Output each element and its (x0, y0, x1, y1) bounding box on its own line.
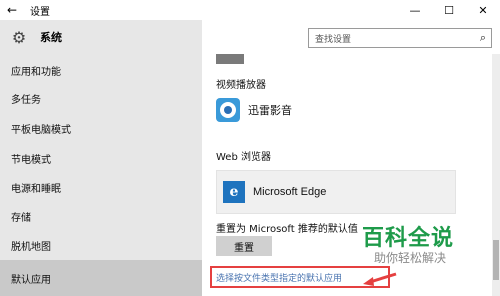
window-title: 设置 (30, 6, 50, 18)
sidebar-item-label: 脱机地图 (11, 241, 51, 253)
annotation-arrow-icon (363, 272, 397, 286)
sidebar-item-power-sleep[interactable]: 电源和睡眠 (0, 173, 202, 201)
watermark-title: 百科全说 (362, 226, 455, 251)
scroll-thumb[interactable] (493, 240, 499, 280)
sidebar-item-apps-features[interactable]: 应用和功能 (0, 56, 202, 84)
sidebar-item-battery-saver[interactable]: 节电模式 (0, 144, 202, 172)
watermark-subtitle: 助你轻松解决 (374, 251, 447, 265)
sidebar-item-label: 多任务 (11, 94, 41, 106)
sidebar-item-label: 存储 (11, 212, 31, 224)
sidebar-item-label: 电源和睡眠 (11, 183, 61, 195)
search-input[interactable]: 查找设置 ⌕ (308, 28, 492, 48)
sidebar-item-offline-maps[interactable]: 脱机地图 (0, 231, 202, 259)
sidebar-item-label: 默认应用 (11, 274, 51, 286)
web-browser-app[interactable]: e Microsoft Edge (216, 170, 456, 214)
maximize-button[interactable]: ☐ (432, 0, 466, 20)
edge-icon: e (223, 181, 245, 203)
close-button[interactable]: ✕ (466, 0, 500, 20)
sidebar-header: ⚙ 系统 (0, 20, 202, 54)
minimize-button[interactable]: — (398, 0, 432, 20)
sidebar-item-tablet-mode[interactable]: 平板电脑模式 (0, 114, 202, 142)
web-browser-label: Web 浏览器 (216, 152, 271, 163)
window-controls: — ☐ ✕ (398, 0, 500, 20)
title-bar: ← 设置 — ☐ ✕ (0, 0, 500, 20)
main-content: 查找设置 ⌕ 视频播放器 迅雷影音 Web 浏览器 e Microsoft Ed… (202, 20, 500, 296)
sidebar-item-default-apps[interactable]: 默认应用 (0, 260, 202, 296)
xunlei-player-icon (216, 98, 240, 122)
search-icon[interactable]: ⌕ (480, 31, 486, 45)
video-player-label: 视频播放器 (216, 80, 266, 91)
search-placeholder: 查找设置 (315, 34, 352, 45)
back-arrow-icon[interactable]: ← (0, 0, 24, 20)
sidebar-item-label: 平板电脑模式 (11, 124, 71, 136)
sidebar-title: 系统 (40, 31, 62, 44)
video-player-app-name: 迅雷影音 (248, 104, 292, 117)
video-player-app[interactable]: 迅雷影音 (216, 98, 292, 122)
reset-button[interactable]: 重置 (216, 236, 272, 256)
web-browser-app-name: Microsoft Edge (253, 186, 327, 198)
reset-label: 重置为 Microsoft 推荐的默认值 (216, 224, 358, 235)
sidebar-item-multitasking[interactable]: 多任务 (0, 84, 202, 112)
app-icon-partial (216, 54, 244, 64)
sidebar: ⚙ 系统 应用和功能 多任务 平板电脑模式 节电模式 电源和睡眠 存储 脱机地图… (0, 20, 202, 296)
gear-icon: ⚙ (11, 27, 27, 47)
vertical-scrollbar[interactable] (492, 54, 500, 296)
sidebar-item-label: 节电模式 (11, 154, 51, 166)
choose-by-file-type-link-text: 选择按文件类型指定的默认应用 (216, 273, 343, 284)
sidebar-item-label: 应用和功能 (11, 66, 61, 78)
sidebar-item-storage[interactable]: 存储 (0, 202, 202, 230)
